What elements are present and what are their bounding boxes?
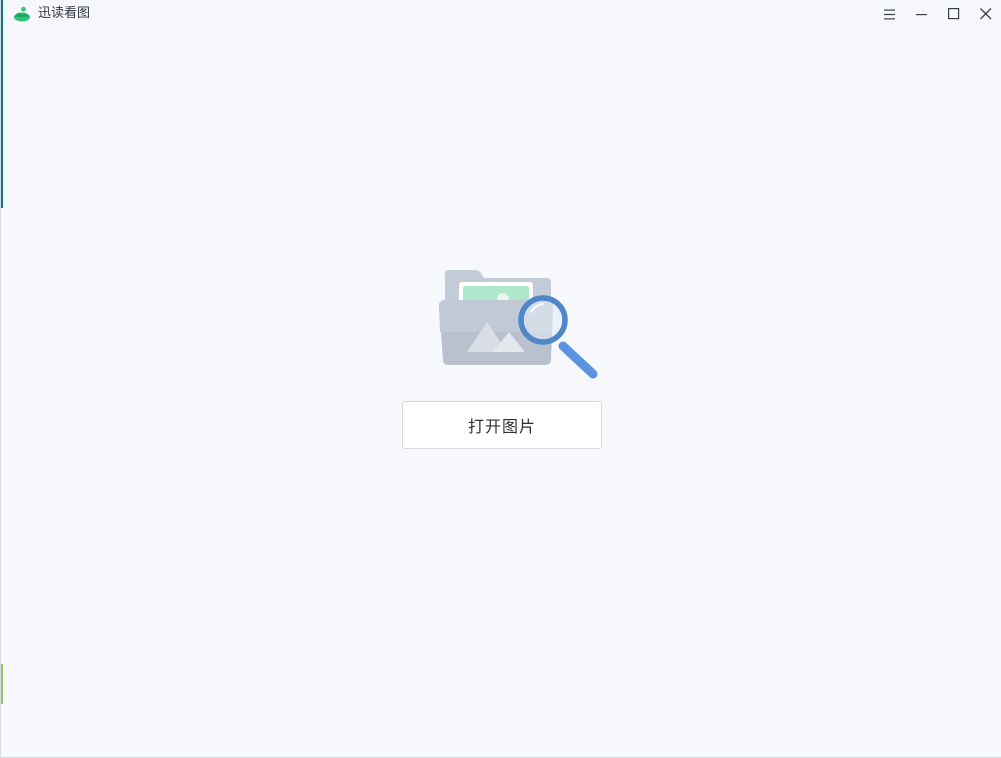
maximize-button[interactable] <box>938 0 970 28</box>
minimize-icon <box>916 8 928 20</box>
maximize-icon <box>948 8 960 20</box>
folder-image-search-icon <box>431 262 601 386</box>
title-bar[interactable]: 迅读看图 <box>1 0 1001 28</box>
app-title: 迅读看图 <box>38 6 91 21</box>
window-edge-accent <box>1 0 3 208</box>
menu-button[interactable] <box>874 0 906 28</box>
minimize-button[interactable] <box>906 0 938 28</box>
close-icon <box>980 8 992 20</box>
app-window: 迅读看图 打开图片 <box>0 0 1001 758</box>
hamburger-menu-icon <box>884 9 896 20</box>
close-button[interactable] <box>970 0 1001 28</box>
open-image-button[interactable]: 打开图片 <box>402 401 602 449</box>
window-edge-strip <box>1 664 3 704</box>
app-logo-icon <box>13 6 31 22</box>
